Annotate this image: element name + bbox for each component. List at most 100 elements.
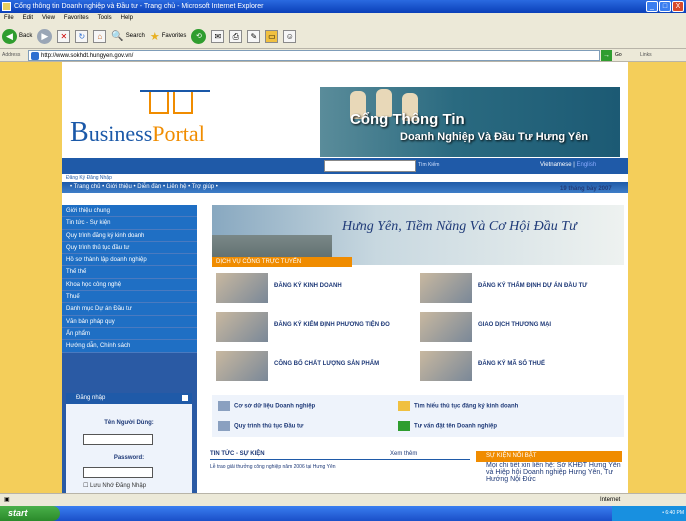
window-title: Cổng thông tin Doanh nghiệp và Đầu tư - … — [14, 3, 264, 10]
top-nav[interactable]: • Trang chủ • Giới thiệu • Diễn đàn • Li… — [62, 182, 628, 193]
slogan-banner: Hưng Yên, Tiềm Năng Và Cơ Hội Đầu Tư — [212, 205, 624, 265]
sidebar-item[interactable]: Hồ sơ thành lập doanh nghiệp — [62, 254, 197, 267]
sidebar-item[interactable]: Quy trình đăng ký kinh doanh — [62, 229, 197, 242]
minimize-button[interactable]: _ — [646, 1, 658, 12]
menubar: File Edit View Favorites Tools Help — [0, 13, 686, 24]
service-image — [420, 273, 472, 303]
sidebar-item[interactable]: Khoa học công nghệ — [62, 278, 197, 292]
favorites-button[interactable]: ★ Favorites — [150, 27, 187, 45]
messenger-button[interactable]: ☺ — [283, 29, 297, 43]
news-header: TIN TỨC - SỰ KIỆN Xem thêm — [210, 451, 470, 460]
service-project-appraisal[interactable]: ĐĂNG KÝ THẨM ĐỊNH DỰ ÁN ĐẦU TƯ — [418, 273, 618, 305]
status-bar: ▣ Internet — [0, 493, 686, 506]
sidebar-item[interactable]: Thuế — [62, 291, 197, 304]
service-trade[interactable]: GIAO DỊCH THƯƠNG MẠI — [418, 312, 618, 344]
services-area: ĐĂNG KÝ KINH DOANH ĐĂNG KÝ THẨM ĐỊNH DỰ … — [212, 267, 624, 394]
business-portal-logo[interactable]: BusinessPortal — [70, 87, 230, 148]
forward-button[interactable]: ▶ — [37, 28, 53, 44]
menu-edit[interactable]: Edit — [23, 13, 33, 24]
menu-favorites[interactable]: Favorites — [64, 13, 89, 24]
menu-help[interactable]: Help — [121, 13, 133, 24]
page-icon — [31, 52, 39, 60]
menu-tools[interactable]: Tools — [98, 13, 112, 24]
sidebar: Giới thiệu chung Tin tức - Sự kiện Quy t… — [62, 205, 197, 494]
sidebar-item[interactable]: Văn bản pháp quy — [62, 315, 197, 328]
go-button[interactable]: Go — [615, 49, 622, 62]
quick-link[interactable]: Cơ sở dữ liệu Doanh nghiệp — [218, 401, 315, 411]
lang-english[interactable]: English — [576, 162, 596, 168]
mail-button[interactable]: ✉ — [211, 29, 225, 43]
arrow-icon — [398, 421, 410, 431]
search-button[interactable]: 🔍 Search — [111, 27, 144, 45]
sidebar-item[interactable]: Danh mục Dự án Đầu tư — [62, 303, 197, 316]
history-button[interactable]: ⟲ — [191, 28, 207, 44]
toolbar: ◀ Back ▶ ✕ ↻ ⌂ 🔍 Search ★ Favorites ⟲ ✉ ⎙ ✎… — [0, 24, 686, 49]
service-meter-inspection[interactable]: ĐĂNG KÝ KIỂM ĐỊNH PHƯƠNG TIỆN ĐO — [214, 312, 414, 344]
links-button[interactable]: Links — [640, 49, 652, 62]
password-label: Password: — [113, 455, 145, 461]
service-image — [216, 273, 268, 303]
go-arrow-icon[interactable]: → — [601, 50, 612, 61]
print-button[interactable]: ⎙ — [229, 29, 243, 43]
login-header: Đăng nhập — [66, 393, 192, 404]
search-label[interactable]: Tìm Kiếm — [418, 162, 439, 168]
search-icon: 🔍 — [111, 30, 124, 42]
password-input[interactable] — [83, 467, 153, 478]
service-image — [216, 312, 268, 342]
sidebar-item[interactable]: Thế thế — [62, 266, 197, 279]
sidebar-item[interactable]: Ấn phẩm — [62, 327, 197, 341]
sidebar-item[interactable]: Giới thiệu chung — [62, 205, 197, 218]
address-bar: Address http://www.sokhdt.hungyen.gov.vn… — [0, 49, 686, 62]
document-icon — [218, 421, 230, 431]
web-page: BusinessPortal Cổng Thông Tin Doanh Nghi… — [62, 62, 628, 494]
search-input[interactable] — [324, 160, 416, 172]
star-icon: ★ — [149, 30, 160, 43]
username-label: Tên Người Dùng: — [104, 420, 154, 426]
sidebar-item[interactable]: Tin tức - Sự kiện — [62, 217, 197, 230]
quick-links: Cơ sở dữ liệu Doanh nghiệp Tìm hiểu thủ … — [212, 395, 624, 437]
service-tax-code[interactable]: ĐĂNG KÝ MÃ SỐ THUẾ — [418, 351, 618, 383]
sidebar-item[interactable]: Hướng dẫn, Chính sách — [62, 340, 197, 353]
login-panel: Tên Người Dùng: Password: ☐ Lưu Nhớ Đăng… — [66, 404, 192, 494]
collapse-icon[interactable] — [182, 395, 188, 401]
menu-file[interactable]: File — [4, 13, 14, 24]
service-image — [420, 312, 472, 342]
service-quality[interactable]: CÔNG BỐ CHẤT LƯỢNG SẢN PHẨM — [214, 351, 414, 383]
slogan-text: Hưng Yên, Tiềm Năng Và Cơ Hội Đầu Tư — [342, 219, 577, 234]
address-input[interactable]: http://www.sokhdt.hungyen.gov.vn/ — [28, 50, 600, 61]
quick-link[interactable]: Tìm hiểu thủ tục đăng ký kinh doanh — [398, 401, 518, 411]
quick-link[interactable]: Tư vấn đặt tên Doanh nghiệp — [398, 421, 497, 431]
maximize-button[interactable]: □ — [659, 1, 671, 12]
edit-button[interactable]: ✎ — [247, 29, 261, 43]
header-banner: Cổng Thông Tin Doanh Nghiệp Và Đầu Tư Hư… — [320, 87, 620, 157]
menu-view[interactable]: View — [42, 13, 55, 24]
services-header: DỊCH VỤ CÔNG TRỰC TUYẾN — [212, 257, 352, 267]
news-item[interactable]: Lễ trao giải thưởng công nghiệp năm 2006… — [210, 464, 336, 470]
start-button[interactable]: start — [0, 506, 60, 521]
hot-events-header: SỰ KIỆN NỔI BẬT — [476, 451, 622, 462]
taskbar: start • 6:40 PM — [0, 506, 686, 521]
remember-checkbox[interactable]: ☐ Lưu Nhớ Đăng Nhập — [83, 482, 146, 489]
back-arrow-icon: ◀ — [2, 28, 17, 44]
back-button[interactable]: ◀ Back — [2, 27, 32, 45]
header-title: Cổng Thông Tin — [350, 111, 465, 128]
home-button[interactable]: ⌂ — [93, 29, 107, 43]
news-more-link[interactable]: Xem thêm — [390, 451, 417, 457]
logo-text: BusinessPortal — [70, 117, 205, 148]
username-input[interactable] — [83, 434, 153, 445]
system-tray: • 6:40 PM — [612, 506, 686, 521]
quick-link[interactable]: Quy trình thủ tục Đầu tư — [218, 421, 303, 431]
service-image — [420, 351, 472, 381]
lang-vietnamese[interactable]: Vietnamese — [540, 162, 572, 168]
sidebar-item[interactable]: Quy trình thủ tục đầu tư — [62, 241, 197, 255]
service-business-registration[interactable]: ĐĂNG KÝ KINH DOANH — [214, 273, 414, 305]
ie-icon — [2, 2, 11, 11]
register-login-link[interactable]: Đăng Ký Đăng Nhập — [66, 175, 112, 181]
browser-viewport: BusinessPortal Cổng Thông Tin Doanh Nghi… — [0, 62, 686, 494]
stop-button[interactable]: ✕ — [57, 29, 71, 43]
refresh-button[interactable]: ↻ — [75, 29, 89, 43]
close-button[interactable]: X — [672, 1, 684, 12]
header-subtitle: Doanh Nghiệp Và Đầu Tư Hưng Yên — [400, 131, 589, 143]
folder-button[interactable]: ▭ — [265, 29, 279, 43]
address-label: Address — [2, 52, 21, 58]
